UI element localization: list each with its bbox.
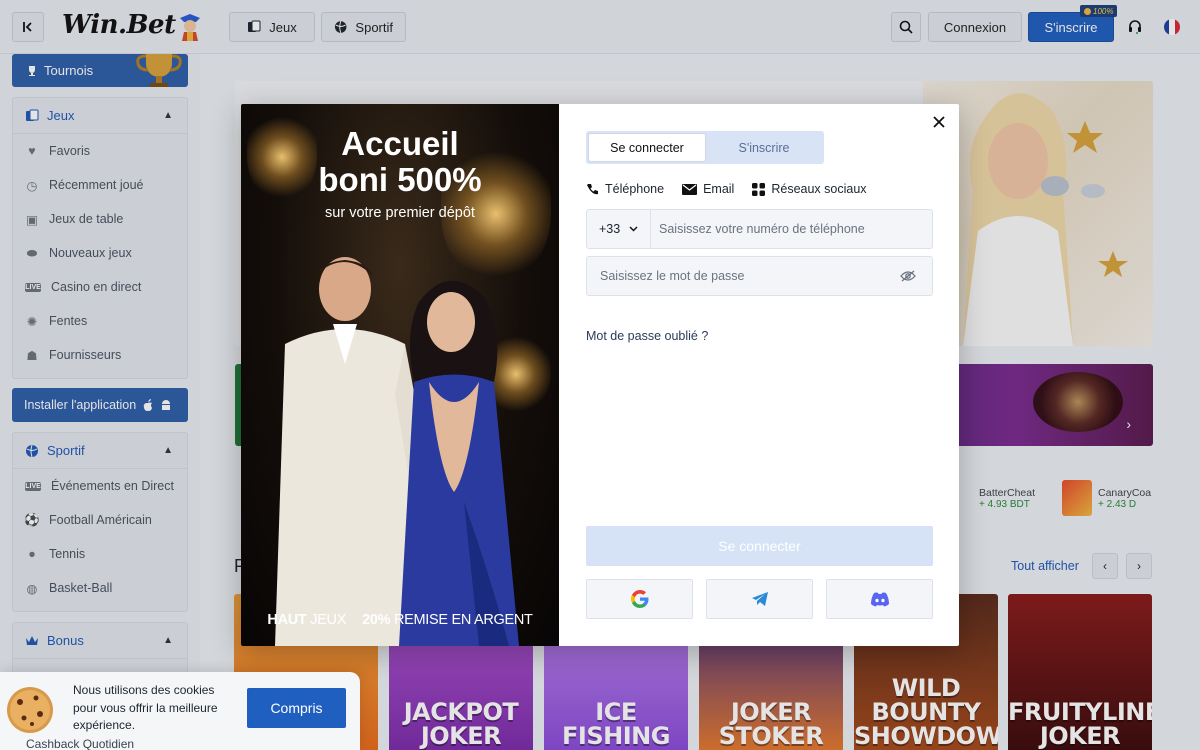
- cookie-accept-button[interactable]: Compris: [247, 688, 346, 728]
- login-form: Se connecter S'inscrire Téléphone Email …: [559, 104, 959, 646]
- cookie-message: Nous utilisons des cookies pour vous off…: [73, 683, 218, 732]
- telegram-icon: [751, 592, 768, 606]
- method-email-label: Email: [703, 182, 735, 196]
- promo-footer: HAUT JEUX 20% REMISE EN ARGENT: [241, 612, 559, 628]
- close-icon: [933, 116, 945, 128]
- promo-footer-right-bold: 20%: [362, 612, 391, 628]
- password-input[interactable]: Saisissez le mot de passe: [600, 269, 900, 283]
- promo-footer-right: 20% REMISE EN ARGENT: [362, 612, 533, 628]
- promo-subtitle: sur votre premier dépôt: [325, 205, 475, 221]
- promo-title-line1: Accueil: [341, 125, 459, 162]
- discord-login-button[interactable]: [826, 579, 933, 619]
- chevron-down-icon: [629, 226, 638, 232]
- country-code-value: +33: [599, 222, 621, 236]
- welcome-bonus-panel: Accueil boni 500% sur votre premier dépô…: [241, 104, 559, 646]
- discord-icon: [870, 592, 889, 606]
- grid-icon: [752, 182, 766, 196]
- phone-field: +33 Saisissez votre numéro de téléphone: [586, 209, 933, 249]
- password-field[interactable]: Saisissez le mot de passe: [586, 256, 933, 296]
- forgot-password-link[interactable]: Mot de passe oublié ?: [586, 329, 708, 343]
- promo-title: Accueil boni 500%: [241, 126, 559, 198]
- method-email[interactable]: Email: [682, 182, 734, 196]
- promo-footer-right-text: REMISE EN ARGENT: [393, 612, 533, 628]
- google-icon: [630, 590, 648, 608]
- promo-title-line2: boni 500%: [318, 161, 482, 198]
- woman-illustration: [399, 280, 519, 646]
- method-phone[interactable]: Téléphone: [586, 182, 664, 196]
- promo-footer-left-bold: HAUT: [267, 612, 307, 628]
- promo-footer-left: HAUT JEUX: [267, 612, 346, 628]
- method-phone-label: Téléphone: [605, 182, 665, 196]
- method-social[interactable]: Réseaux sociaux: [752, 182, 867, 196]
- phone-icon: [587, 183, 598, 194]
- email-icon: [682, 183, 698, 195]
- login-submit-button[interactable]: Se connecter: [586, 526, 933, 566]
- google-login-button[interactable]: [586, 579, 693, 619]
- login-methods: Téléphone Email Réseaux sociaux: [586, 182, 867, 196]
- phone-input[interactable]: Saisissez votre numéro de téléphone: [651, 222, 932, 236]
- tab-login[interactable]: Se connecter: [588, 133, 706, 162]
- telegram-login-button[interactable]: [706, 579, 813, 619]
- promo-footer-left-text: JEUX: [310, 612, 347, 628]
- login-modal: Accueil boni 500% sur votre premier dépô…: [241, 104, 959, 646]
- close-button[interactable]: [929, 112, 949, 132]
- sidebar-item-cashback[interactable]: Cashback Quotidien: [26, 737, 134, 750]
- tab-register[interactable]: S'inscrire: [706, 133, 822, 162]
- auth-tabs: Se connecter S'inscrire: [586, 131, 824, 164]
- country-code-select[interactable]: +33: [587, 210, 651, 248]
- eye-off-icon[interactable]: [900, 270, 916, 282]
- method-social-label: Réseaux sociaux: [771, 182, 867, 196]
- cookie-icon: [7, 687, 53, 733]
